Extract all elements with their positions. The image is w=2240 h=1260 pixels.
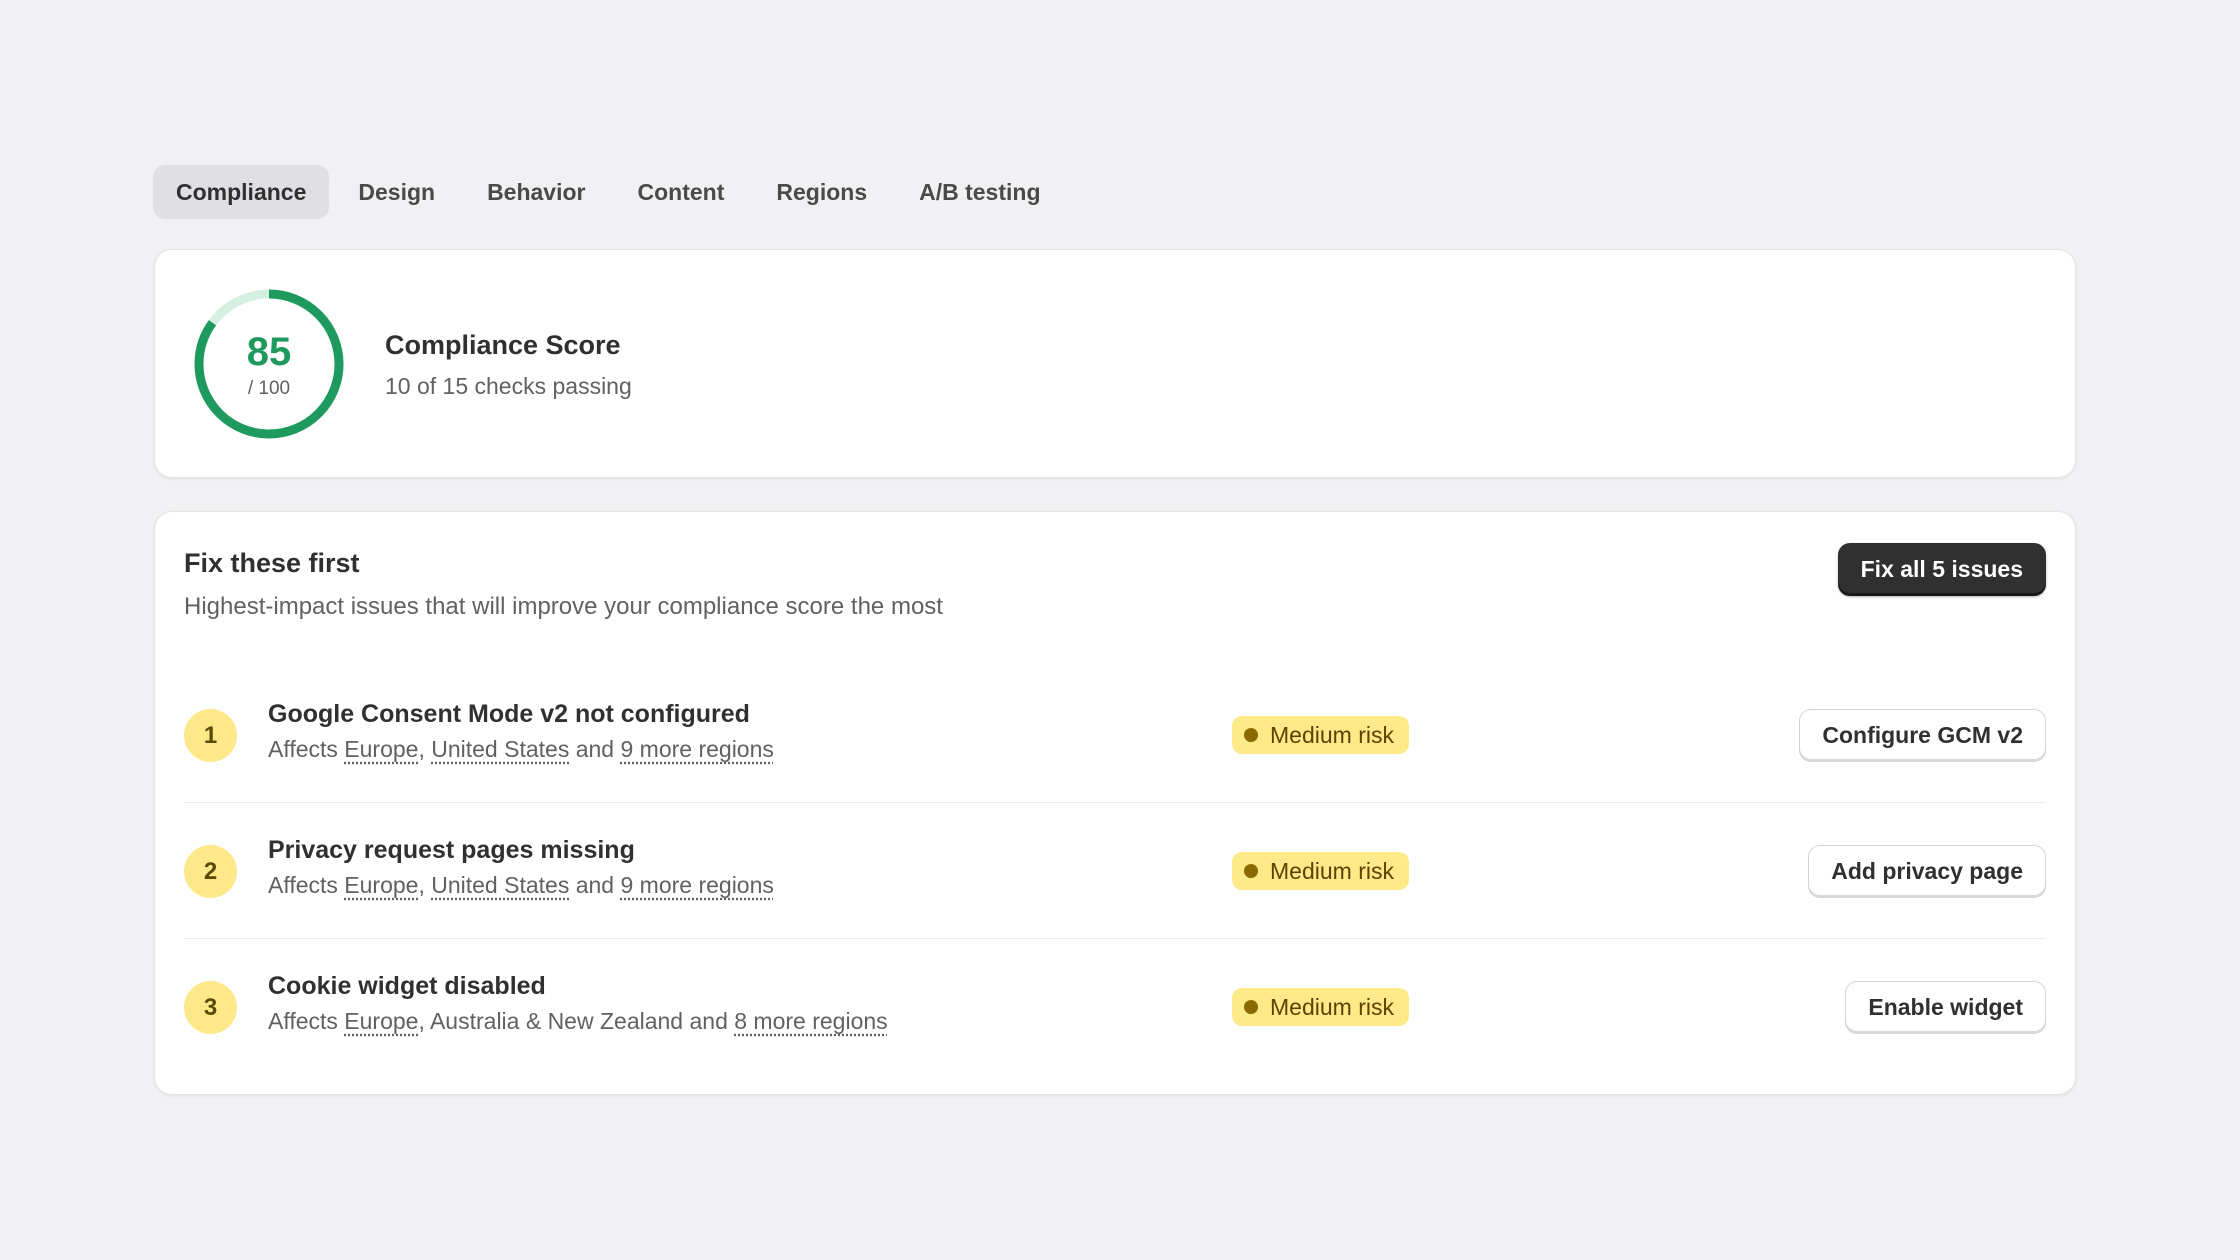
tab-design[interactable]: Design [335,165,458,219]
region-link-europe[interactable]: Europe [344,736,418,762]
section-title: Fix these first [184,548,360,578]
fix-first-card: Fix these first Highest-impact issues th… [154,511,2076,1095]
tab-compliance[interactable]: Compliance [153,165,330,219]
issue-title: Privacy request pages missing [268,836,635,864]
enable-widget-button[interactable]: Enable widget [1845,981,2046,1034]
affects-label: Affects [268,1008,338,1034]
region-link-europe[interactable]: Europe [344,872,418,898]
risk-dot-icon [1244,728,1258,742]
issue-number-badge: 3 [184,981,237,1034]
risk-badge: Medium risk [1232,852,1409,890]
configure-gcm-button[interactable]: Configure GCM v2 [1799,709,2046,762]
tab-bar: Compliance Design Behavior Content Regio… [153,165,1064,219]
risk-dot-icon [1244,1000,1258,1014]
score-max: / 100 [247,378,291,399]
compliance-score-card: 85 / 100 Compliance Score 10 of 15 check… [154,249,2076,478]
region-separator: , [418,736,425,762]
tab-ab-testing[interactable]: A/B testing [896,165,1063,219]
add-privacy-page-button[interactable]: Add privacy page [1808,845,2046,898]
risk-dot-icon [1244,864,1258,878]
conjunction: and [689,1008,728,1034]
more-regions-link[interactable]: 9 more regions [620,736,773,762]
issue-row: 2 Privacy request pages missing Affects … [184,803,2046,939]
affects-label: Affects [268,872,338,898]
risk-label: Medium risk [1270,857,1394,884]
conjunction: and [575,736,615,762]
conjunction: and [575,872,615,898]
issue-number-badge: 1 [184,709,237,762]
issue-affected-regions: Affects Europe, Australia & New Zealand … [268,1008,888,1035]
more-regions-link[interactable]: 8 more regions [734,1008,887,1034]
issue-affected-regions: Affects Europe, United States and 9 more… [268,872,774,899]
region-link-united-states[interactable]: United States [431,872,569,898]
issue-row: 1 Google Consent Mode v2 not configured … [184,667,2046,803]
region-link-europe[interactable]: Europe [344,1008,418,1034]
score-value: 85 [246,330,292,374]
region-australia-nz: Australia & New Zealand [429,1008,684,1034]
region-separator: , [418,1008,425,1034]
region-link-united-states[interactable]: United States [431,736,569,762]
affects-label: Affects [268,736,338,762]
tab-regions[interactable]: Regions [753,165,890,219]
issue-row: 3 Cookie widget disabled Affects Europe,… [184,939,2046,1075]
tab-behavior[interactable]: Behavior [464,165,608,219]
score-title: Compliance Score [385,330,621,360]
risk-badge: Medium risk [1232,988,1409,1026]
score-ring-label: 85 / 100 [192,287,346,441]
more-regions-link[interactable]: 9 more regions [620,872,773,898]
score-subtitle: 10 of 15 checks passing [385,373,632,399]
risk-badge: Medium risk [1232,716,1409,754]
issue-title: Cookie widget disabled [268,972,546,1000]
risk-label: Medium risk [1270,721,1394,748]
tab-content[interactable]: Content [615,165,748,219]
issue-affected-regions: Affects Europe, United States and 9 more… [268,736,774,763]
region-separator: , [418,872,425,898]
section-subtitle: Highest-impact issues that will improve … [184,593,943,620]
risk-label: Medium risk [1270,993,1394,1020]
issue-number-badge: 2 [184,845,237,898]
fix-all-issues-button[interactable]: Fix all 5 issues [1837,543,2046,596]
issue-title: Google Consent Mode v2 not configured [268,700,750,728]
